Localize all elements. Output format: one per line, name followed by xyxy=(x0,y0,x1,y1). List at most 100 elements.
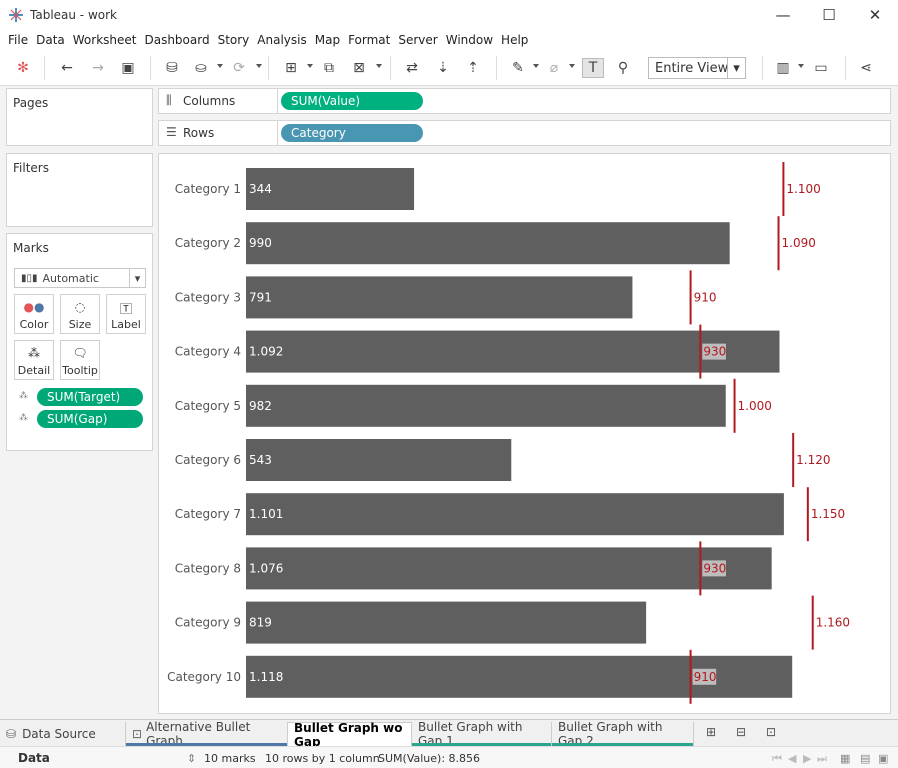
category-label[interactable]: Category 10 xyxy=(167,670,241,684)
value-bar[interactable] xyxy=(246,493,784,536)
close-button[interactable]: ✕ xyxy=(852,0,898,30)
tab-alternative-bullet-graph[interactable]: ⊡ Alternative Bullet Graph xyxy=(126,720,288,748)
category-label[interactable]: Category 2 xyxy=(175,236,241,250)
value-label[interactable]: 1.101 xyxy=(249,507,283,521)
menu-server[interactable]: Server xyxy=(398,33,437,47)
menu-window[interactable]: Window xyxy=(446,33,493,47)
grid-view-icon[interactable]: ▦ xyxy=(840,752,850,765)
new-data-source-icon[interactable]: ⛁ xyxy=(161,58,183,78)
value-label[interactable]: 982 xyxy=(249,399,272,413)
target-label[interactable]: 1.100 xyxy=(786,182,820,196)
mark-type-dropdown[interactable]: ▮▯▮ Automatic ▾ xyxy=(14,268,146,288)
tab-bullet-graph-wo-gap[interactable]: Bullet Graph wo Gap xyxy=(288,721,412,749)
menu-data[interactable]: Data xyxy=(36,33,65,47)
highlight-icon[interactable]: ✎ xyxy=(507,58,529,78)
menu-analysis[interactable]: Analysis xyxy=(257,33,306,47)
group-members-icon[interactable]: ⌀ xyxy=(543,58,565,78)
fit-dropdown[interactable]: Entire View ▾ xyxy=(648,57,746,79)
columns-shelf[interactable]: ⫼ Columns SUM(Value) xyxy=(158,88,891,114)
target-label[interactable]: 930 xyxy=(703,561,726,575)
bullet-chart[interactable]: Category 1 344 1.100 Category 2 990 1.090 Cate… xyxy=(159,154,890,713)
target-label[interactable]: 930 xyxy=(703,345,726,359)
menu-file[interactable]: File xyxy=(8,33,28,47)
value-label[interactable]: 1.076 xyxy=(249,561,283,575)
menu-dashboard[interactable]: Dashboard xyxy=(144,33,209,47)
redo-icon[interactable]: → xyxy=(87,58,109,78)
value-label[interactable]: 543 xyxy=(249,453,272,467)
value-label[interactable]: 819 xyxy=(249,616,272,630)
value-label[interactable]: 1.092 xyxy=(249,345,283,359)
first-page-icon[interactable]: ⏮ xyxy=(772,752,782,766)
show-mark-labels-icon[interactable]: T xyxy=(582,58,604,78)
menu-help[interactable]: Help xyxy=(501,33,528,47)
value-bar[interactable] xyxy=(246,384,726,427)
rows-shelf[interactable]: ☰ Rows Category xyxy=(158,120,891,146)
category-label[interactable]: Category 1 xyxy=(175,182,241,196)
label-card[interactable]: 🅃 Label xyxy=(106,294,146,334)
show-cards-icon[interactable]: ▥ xyxy=(772,58,794,78)
category-label[interactable]: Category 5 xyxy=(175,399,241,413)
target-label[interactable]: 910 xyxy=(694,670,717,684)
tableau-home-icon[interactable]: ✻ xyxy=(12,58,34,78)
prev-page-icon[interactable]: ◀ xyxy=(788,752,796,765)
value-bar[interactable] xyxy=(246,439,512,481)
tab-data-source[interactable]: ⛁ Data Source xyxy=(0,722,126,746)
columns-pill[interactable]: SUM(Value) xyxy=(281,92,423,110)
pages-panel[interactable]: Pages xyxy=(6,88,153,146)
value-bar[interactable] xyxy=(246,547,772,590)
presentation-mode-icon[interactable]: ▭ xyxy=(810,58,832,78)
new-dashboard-tab-icon[interactable]: ⊟ xyxy=(732,725,750,741)
maximize-button[interactable]: ☐ xyxy=(806,0,852,30)
category-label[interactable]: Category 9 xyxy=(175,616,241,630)
category-label[interactable]: Category 6 xyxy=(175,453,241,467)
value-label[interactable]: 990 xyxy=(249,236,272,250)
tab-bullet-graph-with-gap-2[interactable]: Bullet Graph with Gap 2 xyxy=(552,720,694,748)
pause-updates-icon[interactable]: ⛀ xyxy=(190,58,212,78)
target-label[interactable]: 1.120 xyxy=(796,453,830,467)
duplicate-sheet-icon[interactable]: ⧉ xyxy=(318,58,340,78)
save-icon[interactable]: ▣ xyxy=(117,58,139,78)
tooltip-card[interactable]: 🗨 Tooltip xyxy=(60,340,100,380)
menu-worksheet[interactable]: Worksheet xyxy=(73,33,137,47)
menu-format[interactable]: Format xyxy=(348,33,390,47)
swap-rows-columns-icon[interactable]: ⇄ xyxy=(401,58,423,78)
target-label[interactable]: 1.000 xyxy=(738,399,772,413)
refresh-icon[interactable]: ⟳ xyxy=(228,58,250,78)
detail-card[interactable]: ⁂ Detail xyxy=(14,340,54,380)
target-label[interactable]: 1.150 xyxy=(811,507,845,521)
new-worksheet-icon[interactable]: ⊞ xyxy=(280,58,302,78)
field-pill-gap[interactable]: SUM(Gap) xyxy=(37,410,143,428)
category-label[interactable]: Category 7 xyxy=(175,507,241,521)
pane-toggle-icon[interactable]: ⇕ xyxy=(187,752,196,765)
category-label[interactable]: Category 4 xyxy=(175,345,241,359)
value-bar[interactable] xyxy=(246,601,647,644)
target-label[interactable]: 1.160 xyxy=(816,616,850,630)
target-label[interactable]: 910 xyxy=(694,290,717,304)
value-label[interactable]: 791 xyxy=(249,290,272,304)
tab-bullet-graph-with-gap-1[interactable]: Bullet Graph with Gap 1 xyxy=(412,720,552,748)
viz-area[interactable]: Category 1 344 1.100 Category 2 990 1.090 Cate… xyxy=(158,153,891,714)
film-strip-icon[interactable]: ▣ xyxy=(878,752,888,765)
new-story-tab-icon[interactable]: ⊡ xyxy=(762,725,780,741)
minimize-button[interactable]: — xyxy=(760,0,806,30)
last-page-icon[interactable]: ⏭ xyxy=(817,752,827,766)
color-card[interactable]: ●● Color xyxy=(14,294,54,334)
undo-icon[interactable]: ← xyxy=(56,58,78,78)
size-card[interactable]: ◌ Size xyxy=(60,294,100,334)
value-bar[interactable] xyxy=(246,222,730,265)
sort-ascending-icon[interactable]: ⇣ xyxy=(432,58,454,78)
value-label[interactable]: 344 xyxy=(249,182,272,196)
rows-pill[interactable]: Category xyxy=(281,124,423,142)
value-label[interactable]: 1.118 xyxy=(249,670,283,684)
target-label[interactable]: 1.090 xyxy=(782,236,816,250)
sort-descending-icon[interactable]: ⇡ xyxy=(462,58,484,78)
menu-story[interactable]: Story xyxy=(218,33,250,47)
fix-axes-icon[interactable]: ⚲ xyxy=(612,58,634,78)
share-icon[interactable]: ⋖ xyxy=(855,58,877,78)
menu-map[interactable]: Map xyxy=(315,33,340,47)
category-label[interactable]: Category 8 xyxy=(175,561,241,575)
value-bar[interactable] xyxy=(246,276,633,319)
category-label[interactable]: Category 3 xyxy=(175,290,241,304)
next-page-icon[interactable]: ▶ xyxy=(803,752,811,765)
list-view-icon[interactable]: ▤ xyxy=(860,752,870,765)
